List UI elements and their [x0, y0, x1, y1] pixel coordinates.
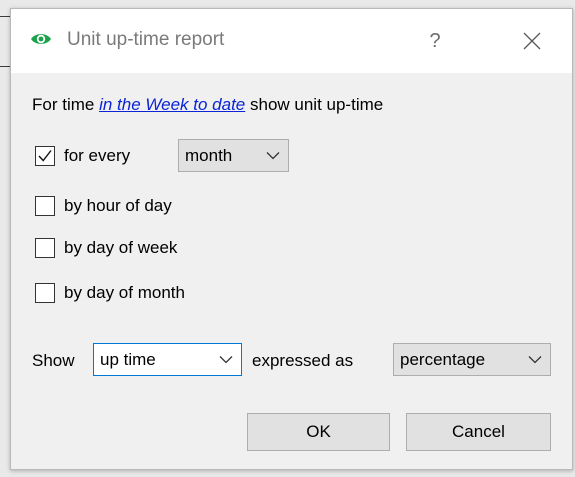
period-select-value: month — [185, 146, 233, 165]
by-day-of-week-option[interactable]: by day of week — [35, 235, 177, 261]
format-select-value: percentage — [400, 350, 486, 369]
by-hour-option[interactable]: by hour of day — [35, 193, 172, 219]
close-icon — [523, 32, 541, 50]
window-title: Unit up-time report — [67, 29, 225, 50]
by-day-of-week-label: by day of week — [64, 238, 178, 257]
expressed-as-label: expressed as — [252, 351, 354, 370]
format-select[interactable]: percentage — [393, 343, 551, 376]
help-button[interactable]: ? — [415, 23, 455, 59]
cancel-button[interactable]: Cancel — [406, 413, 551, 451]
for-every-option[interactable]: for every — [35, 143, 130, 169]
for-every-checkbox[interactable] — [35, 146, 55, 166]
check-icon — [38, 150, 52, 162]
by-day-of-month-label: by day of month — [64, 283, 185, 302]
chevron-down-icon — [528, 356, 542, 364]
show-label: Show — [32, 351, 75, 370]
by-day-of-week-checkbox[interactable] — [35, 238, 55, 258]
for-every-label: for every — [64, 146, 131, 165]
time-range-prefix: For time — [32, 95, 95, 114]
by-hour-checkbox[interactable] — [35, 196, 55, 216]
metric-select[interactable]: up time — [93, 343, 242, 376]
ok-button[interactable]: OK — [247, 413, 390, 451]
time-range-row: For time in the Week to date show unit u… — [32, 95, 383, 115]
unit-uptime-dialog: Unit up-time report ? For time in the We… — [10, 8, 573, 470]
chevron-down-icon — [219, 356, 233, 364]
chevron-down-icon — [266, 152, 280, 160]
metric-select-value: up time — [100, 350, 156, 369]
time-range-link[interactable]: in the Week to date — [99, 95, 245, 114]
title-bar: Unit up-time report ? — [11, 9, 572, 73]
close-button[interactable] — [509, 23, 555, 59]
by-hour-label: by hour of day — [64, 196, 172, 215]
by-day-of-month-checkbox[interactable] — [35, 283, 55, 303]
eye-icon — [30, 31, 52, 47]
time-range-suffix: show unit up-time — [249, 95, 384, 114]
period-select[interactable]: month — [178, 139, 289, 172]
by-day-of-month-option[interactable]: by day of month — [35, 280, 185, 306]
